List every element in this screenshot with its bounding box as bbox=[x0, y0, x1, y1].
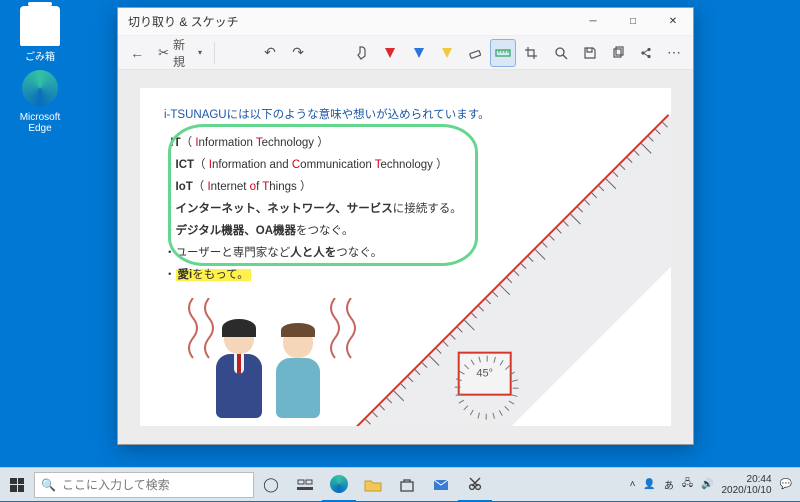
copy-button[interactable] bbox=[605, 39, 631, 67]
green-annotation-circle bbox=[168, 124, 478, 266]
ruler-angle-indicator: 45° bbox=[458, 352, 512, 396]
titlebar[interactable]: 切り取り & スケッチ ─ □ ✕ bbox=[118, 8, 693, 36]
app-title: 切り取り & スケッチ bbox=[128, 13, 239, 30]
taskbar: 🔍 ここに入力して検索 ◯ ˄ 👤 あ 🖧 🔊 20:44 2020/10/10… bbox=[0, 467, 800, 501]
redo-button[interactable]: ↷ bbox=[285, 39, 311, 67]
system-tray: ˄ 👤 あ 🖧 🔊 20:44 2020/10/10 💬 bbox=[630, 474, 800, 496]
notification-button[interactable]: 💬 bbox=[780, 479, 792, 490]
taskbar-search[interactable]: 🔍 ここに入力して検索 bbox=[34, 472, 254, 498]
recycle-bin[interactable]: ごみ箱 bbox=[10, 6, 70, 63]
more-button[interactable]: ⋯ bbox=[661, 39, 687, 67]
minimize-button[interactable]: ─ bbox=[573, 8, 613, 36]
touch-write-button[interactable] bbox=[349, 39, 375, 67]
tray-chevron-icon[interactable]: ˄ bbox=[630, 479, 636, 490]
snip-sketch-window: 切り取り & スケッチ ─ □ ✕ ← ✂ 新規 ▾ ↶ ↷ bbox=[117, 7, 694, 445]
edge-label: Microsoft Edge bbox=[10, 112, 70, 134]
save-button[interactable] bbox=[576, 39, 602, 67]
new-button[interactable]: ✂ 新規 ▾ bbox=[152, 39, 208, 67]
pen-red-button[interactable] bbox=[377, 39, 403, 67]
share-button[interactable] bbox=[633, 39, 659, 67]
start-button[interactable] bbox=[0, 468, 34, 502]
taskbar-clock[interactable]: 20:44 2020/10/10 bbox=[721, 474, 771, 496]
people-illustration bbox=[200, 298, 360, 418]
taskbar-edge[interactable] bbox=[322, 468, 356, 502]
taskbar-store[interactable] bbox=[390, 468, 424, 502]
tray-network-icon[interactable]: 🖧 bbox=[682, 476, 693, 493]
pen-blue-button[interactable] bbox=[405, 39, 431, 67]
doc-heading: i-TSUNAGUには以下のような意味や想いが込められています。 bbox=[164, 106, 647, 122]
person-man-icon bbox=[216, 322, 262, 418]
zoom-button[interactable] bbox=[548, 39, 574, 67]
clock-time: 20:44 bbox=[721, 474, 771, 485]
undo-button[interactable]: ↶ bbox=[257, 39, 283, 67]
tray-people-icon[interactable]: 👤 bbox=[643, 479, 655, 490]
tray-volume-icon[interactable]: 🔊 bbox=[701, 479, 713, 490]
recycle-bin-label: ごみ箱 bbox=[10, 48, 70, 63]
eraser-button[interactable] bbox=[462, 39, 488, 67]
edge-shortcut[interactable]: Microsoft Edge bbox=[10, 70, 70, 134]
wave-right2-icon bbox=[340, 298, 362, 368]
maximize-button[interactable]: □ bbox=[613, 8, 653, 36]
back-button[interactable]: ← bbox=[124, 39, 150, 67]
clock-date: 2020/10/10 bbox=[721, 485, 771, 496]
crop-button[interactable] bbox=[518, 39, 544, 67]
toolbar: ← ✂ 新規 ▾ ↶ ↷ bbox=[118, 36, 693, 70]
tray-ime-icon[interactable]: あ bbox=[664, 477, 674, 492]
taskbar-explorer[interactable] bbox=[356, 468, 390, 502]
person-woman-icon bbox=[276, 326, 320, 418]
cortana-button[interactable]: ◯ bbox=[254, 468, 288, 502]
highlighter-button[interactable] bbox=[434, 39, 460, 67]
search-icon: 🔍 bbox=[41, 478, 56, 492]
ruler-button[interactable] bbox=[490, 39, 516, 67]
canvas-area[interactable]: i-TSUNAGUには以下のような意味や想いが込められています。 IT（ Inf… bbox=[118, 70, 693, 444]
task-view-button[interactable] bbox=[288, 468, 322, 502]
snip-image: i-TSUNAGUには以下のような意味や想いが込められています。 IT（ Inf… bbox=[140, 88, 671, 426]
taskbar-snip-sketch[interactable] bbox=[458, 468, 492, 502]
taskbar-mail[interactable] bbox=[424, 468, 458, 502]
search-placeholder: ここに入力して検索 bbox=[62, 476, 170, 493]
close-button[interactable]: ✕ bbox=[653, 8, 693, 36]
new-label: 新規 bbox=[173, 36, 194, 70]
